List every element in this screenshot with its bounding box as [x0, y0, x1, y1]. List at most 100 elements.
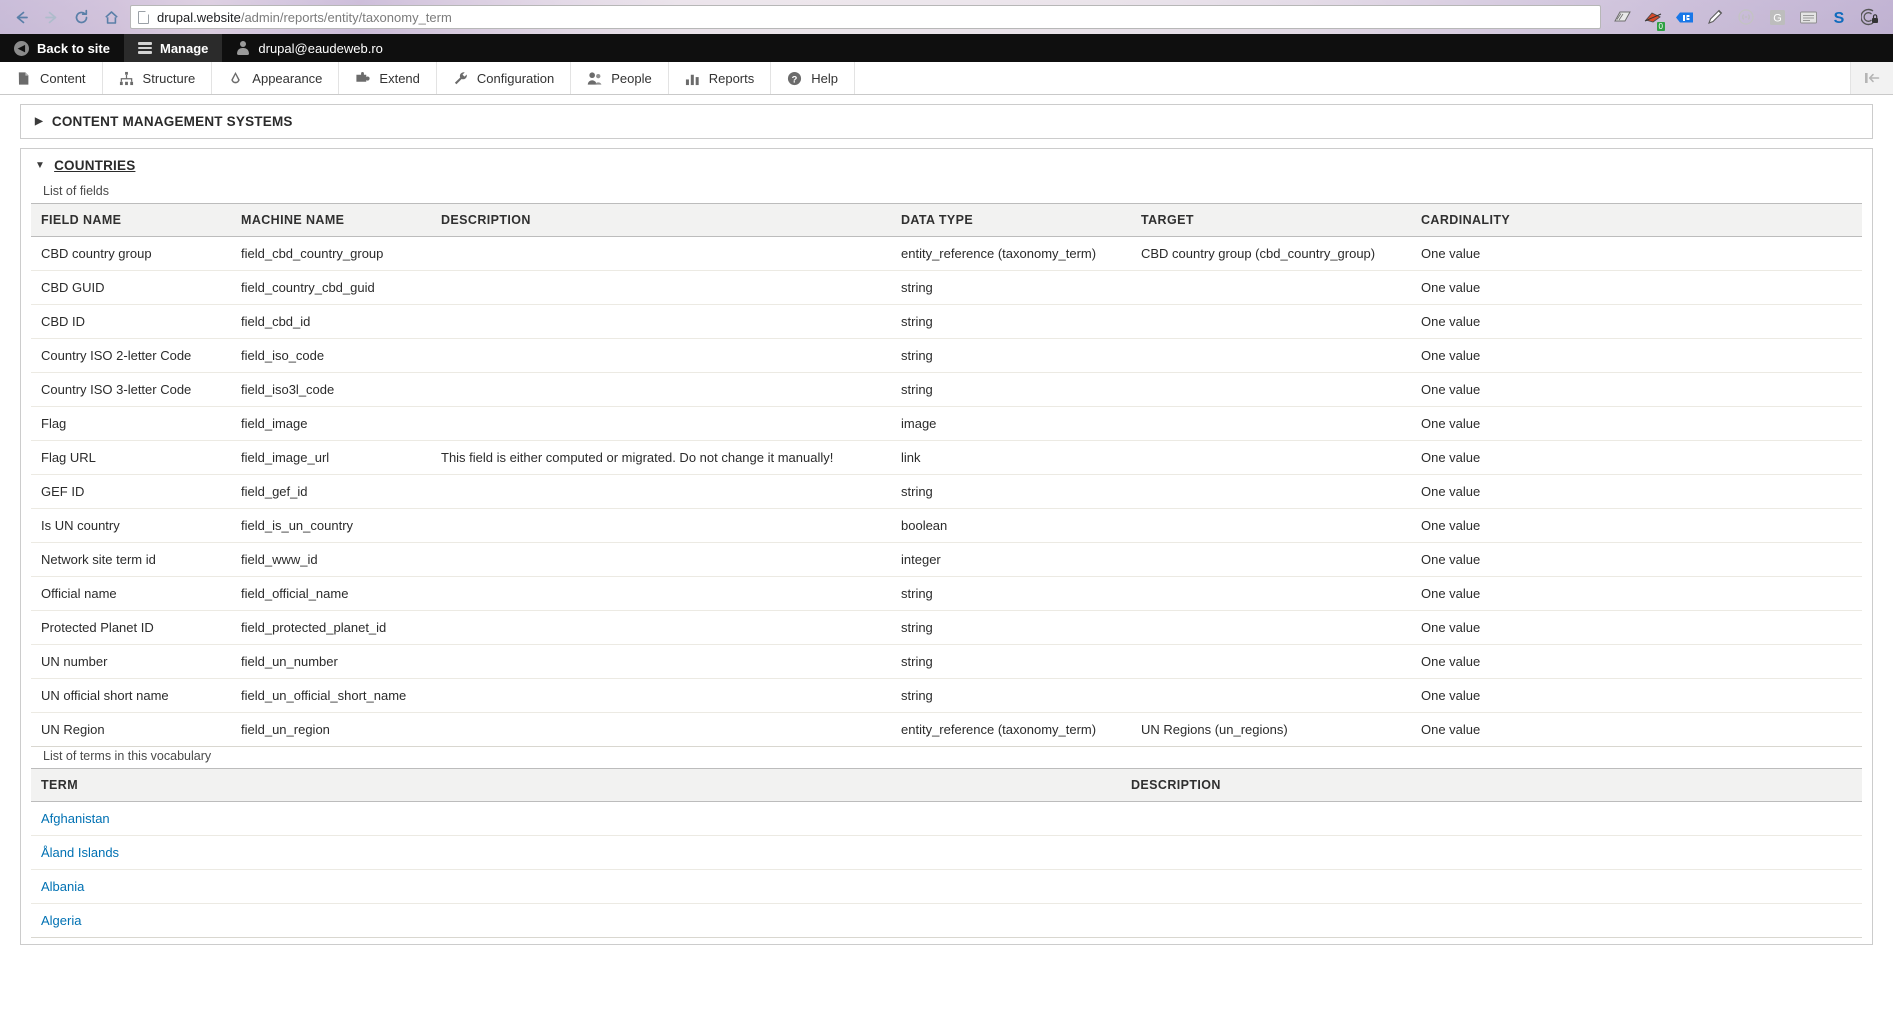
target-cell [1131, 304, 1411, 339]
description-cell [431, 474, 891, 509]
menu-label: Configuration [476, 70, 555, 86]
extend-puzzle-icon [356, 71, 371, 82]
data-type-cell: string [891, 270, 1131, 305]
skype-s-icon[interactable]: S [1826, 4, 1852, 30]
table-row: UN number field_un_number string One value [31, 644, 1862, 679]
table-row: CBD country group field_cbd_country_group… [31, 236, 1862, 271]
extension-icons: 0 G S [1609, 4, 1887, 31]
machine-name-cell: field_www_id [231, 542, 431, 577]
details-summary-countries[interactable]: ▼ COUNTRIES [21, 149, 1872, 182]
reload-icon[interactable] [66, 2, 96, 32]
cardinality-cell: One value [1411, 338, 1862, 373]
data-type-cell: string [891, 644, 1131, 679]
menu-item-appearance[interactable]: Appearance [212, 62, 340, 94]
field-name-cell: UN number [31, 644, 231, 679]
back-to-site-button[interactable]: ◀ Back to site [0, 34, 124, 62]
browser-toolbar: drupal.website/admin/reports/entity/taxo… [0, 0, 1893, 34]
details-content-management-systems[interactable]: ▶ CONTENT MANAGEMENT SYSTEMS [20, 104, 1873, 139]
menu-label: Help [811, 70, 838, 86]
back-arrow-icon[interactable] [6, 2, 36, 32]
term-link[interactable]: Åland Islands [41, 845, 119, 860]
vpn-lock-icon[interactable] [1857, 4, 1883, 30]
field-name-cell: CBD GUID [31, 270, 231, 305]
cardinality-cell: One value [1411, 304, 1862, 339]
data-type-cell: entity_reference (taxonomy_term) [891, 236, 1131, 271]
address-bar[interactable]: drupal.website/admin/reports/entity/taxo… [130, 5, 1601, 29]
target-cell [1131, 406, 1411, 441]
description-cell [431, 576, 891, 611]
fields-header-row: FIELD NAME MACHINE NAME DESCRIPTION DATA… [31, 203, 1862, 237]
description-cell [431, 338, 891, 373]
menu-item-help[interactable]: ? Help [771, 62, 855, 94]
bug-debug-icon[interactable]: 0 [1640, 4, 1666, 31]
scan-document-icon[interactable] [1609, 4, 1635, 30]
svg-text:S: S [1834, 10, 1845, 26]
cardinality-cell: One value [1411, 372, 1862, 407]
extension-badge-count: 0 [1656, 22, 1665, 31]
cardinality-cell: One value [1411, 406, 1862, 441]
field-name-cell: Protected Planet ID [31, 610, 231, 645]
field-name-cell: Country ISO 2-letter Code [31, 338, 231, 373]
collapse-sidebar-icon[interactable] [1851, 62, 1893, 94]
page-info-icon [138, 10, 149, 24]
menu-item-structure[interactable]: Structure [103, 62, 213, 94]
menu-label: People [611, 70, 652, 86]
svg-text:G: G [1773, 12, 1782, 24]
table-row: Afghanistan [31, 801, 1862, 836]
description-cell [431, 270, 891, 305]
bookmark-tag-icon[interactable] [1671, 4, 1697, 30]
details-countries: ▼ COUNTRIES List of fields FIELD NAME MA… [20, 148, 1873, 945]
cardinality-cell: One value [1411, 644, 1862, 679]
home-icon[interactable] [96, 2, 126, 32]
term-cell: Algeria [31, 903, 1121, 938]
target-cell [1131, 338, 1411, 373]
machine-name-cell: field_un_official_short_name [231, 678, 431, 713]
table-row: Protected Planet ID field_protected_plane… [31, 610, 1862, 645]
machine-name-cell: field_cbd_id [231, 304, 431, 339]
menu-item-content[interactable]: Content [0, 62, 103, 94]
back-chevron-icon: ◀ [14, 40, 29, 56]
data-type-cell: string [891, 610, 1131, 645]
target-cell [1131, 610, 1411, 645]
description-cell [431, 236, 891, 271]
terms-table-caption: List of terms in this vocabulary [43, 749, 212, 763]
term-link[interactable]: Albania [41, 879, 84, 894]
menu-item-people[interactable]: People [571, 62, 669, 94]
triangle-right-icon: ▶ [35, 115, 43, 127]
manage-tab[interactable]: Manage [123, 34, 223, 62]
field-name-cell: Flag [31, 406, 231, 441]
reports-barchart-icon [685, 74, 699, 85]
user-account-menu[interactable]: drupal@eaudeweb.ro [222, 34, 397, 62]
col-header-machine-name: MACHINE NAME [231, 203, 431, 237]
svg-text:?: ? [792, 74, 798, 84]
machine-name-cell: field_iso3l_code [231, 372, 431, 407]
grammarly-g-icon[interactable]: G [1764, 4, 1790, 30]
table-row: Åland Islands [31, 835, 1862, 870]
col-header-cardinality: CARDINALITY [1411, 203, 1862, 237]
term-cell: Albania [31, 869, 1121, 904]
machine-name-cell: field_country_cbd_guid [231, 270, 431, 305]
target-cell [1131, 440, 1411, 475]
cardinality-cell: One value [1411, 474, 1862, 509]
menu-item-extend[interactable]: Extend [339, 62, 437, 94]
drupal-admin-menu: Content Structure Appearance Extend Conf… [0, 62, 1893, 95]
details-title-countries[interactable]: COUNTRIES [54, 158, 135, 173]
menu-item-reports[interactable]: Reports [669, 62, 772, 94]
col-header-term-description: DESCRIPTION [1121, 768, 1862, 802]
cardinality-cell: One value [1411, 610, 1862, 645]
pencil-edit-icon[interactable] [1702, 4, 1728, 30]
term-link[interactable]: Algeria [41, 913, 81, 928]
field-name-cell: UN official short name [31, 678, 231, 713]
url-host: drupal.website [157, 9, 241, 25]
col-header-target: TARGET [1131, 203, 1411, 237]
triangle-down-icon: ▼ [35, 159, 46, 171]
menu-item-configuration[interactable]: Configuration [437, 62, 572, 94]
table-row: UN Region field_un_region entity_reference… [31, 712, 1862, 747]
field-name-cell: GEF ID [31, 474, 231, 509]
table-row: Flag field_image image One value [31, 406, 1862, 441]
term-description-cell [1121, 869, 1862, 904]
details-summary-cms[interactable]: ▶ CONTENT MANAGEMENT SYSTEMS [21, 105, 1872, 138]
term-link[interactable]: Afghanistan [41, 811, 110, 826]
note-card-icon[interactable] [1795, 4, 1821, 30]
parentheses-icon[interactable] [1733, 4, 1759, 30]
